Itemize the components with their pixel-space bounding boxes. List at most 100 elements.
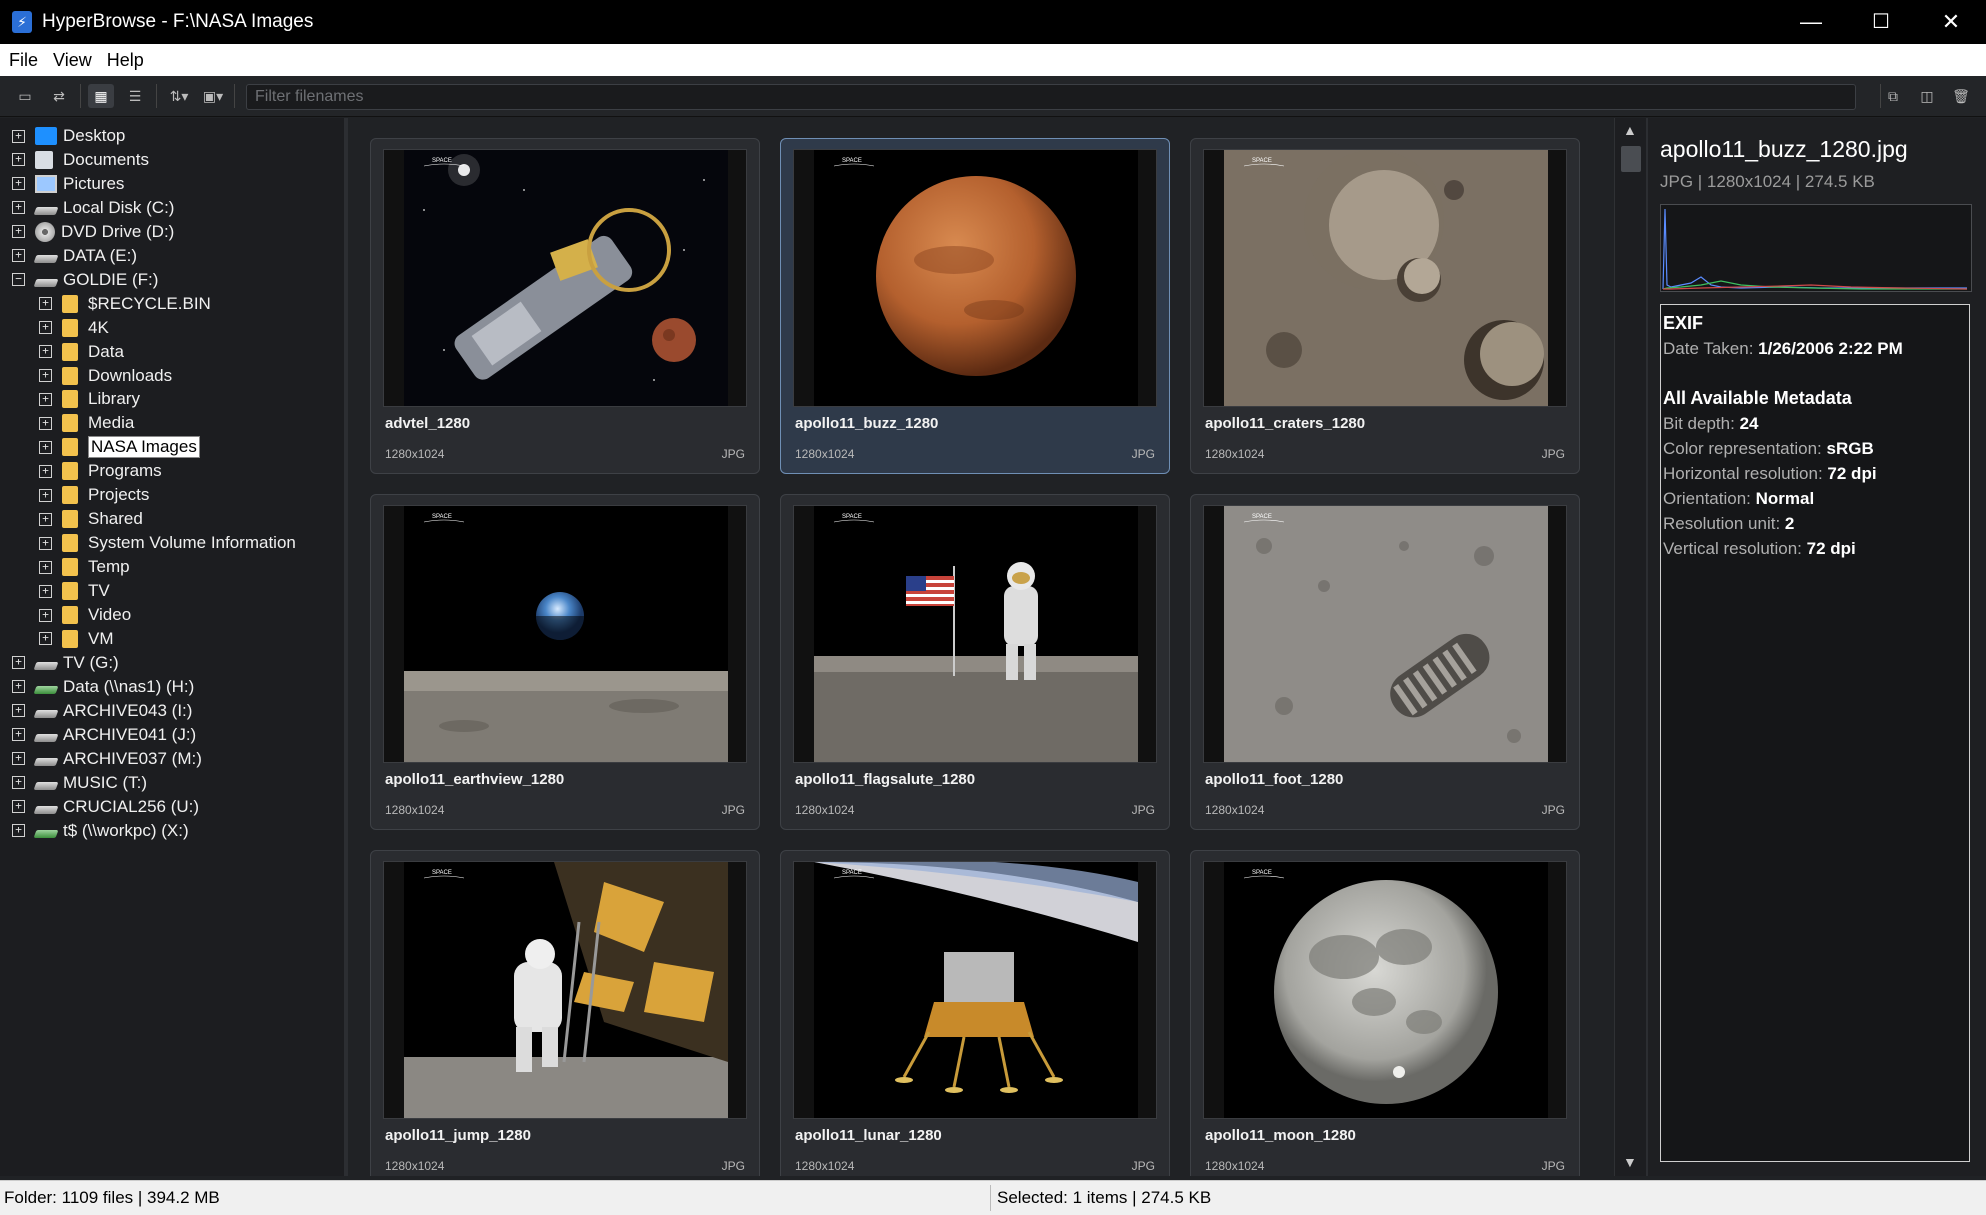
expand-icon[interactable]: + — [39, 632, 52, 646]
tree-item[interactable]: + TV — [39, 579, 110, 603]
tree-item[interactable]: + MUSIC (T:) — [12, 771, 147, 795]
expand-icon[interactable]: + — [12, 824, 25, 838]
expand-icon[interactable]: + — [12, 704, 25, 718]
expand-icon[interactable]: + — [12, 776, 25, 790]
expand-icon[interactable]: + — [39, 440, 52, 454]
expand-icon[interactable]: + — [39, 512, 52, 526]
expand-icon[interactable]: + — [12, 752, 25, 766]
tree-item-label: DATA (E:) — [63, 245, 137, 265]
expand-icon[interactable]: + — [39, 321, 52, 335]
tree-item[interactable]: + DVD Drive (D:) — [12, 220, 174, 244]
thumbnail-card[interactable]: SPACE advtel_1280 1280x1024 JPG — [370, 138, 760, 474]
tree-item[interactable]: + Shared — [39, 507, 143, 531]
tree-item[interactable]: + Downloads — [39, 364, 172, 388]
tree-item[interactable]: + Library — [39, 387, 140, 411]
tree-item[interactable]: + Media — [39, 411, 134, 435]
expand-icon[interactable]: + — [12, 177, 25, 191]
expand-icon[interactable]: + — [39, 584, 52, 598]
delete-icon[interactable]: 🗑 — [1948, 84, 1974, 108]
filter-filenames-input[interactable] — [246, 84, 1856, 110]
grid-scrollbar[interactable]: ▲ ▼ — [1614, 118, 1647, 1176]
drive-icon — [33, 206, 59, 215]
tree-item[interactable]: + VM — [39, 627, 114, 651]
expand-icon[interactable]: + — [12, 225, 25, 239]
tree-item[interactable]: + ARCHIVE037 (M:) — [12, 747, 202, 771]
expand-icon[interactable]: + — [39, 608, 52, 622]
list-view-icon[interactable]: ☰ — [122, 84, 148, 108]
folder-icon — [62, 438, 78, 457]
expand-icon[interactable]: + — [39, 560, 52, 574]
expand-icon[interactable]: + — [12, 201, 25, 215]
tree-item[interactable]: + Documents — [12, 148, 149, 172]
expand-icon[interactable]: + — [12, 680, 25, 694]
minimize-button[interactable]: — — [1776, 0, 1846, 44]
thumbnail-card[interactable]: SPACE apollo11_buzz_1280 1280x1024 JPG — [780, 138, 1170, 474]
drive-icon — [33, 733, 59, 742]
tree-item[interactable]: + System Volume Information — [39, 531, 296, 555]
grid-view-icon[interactable]: ▦ — [88, 84, 114, 108]
tree-item[interactable]: + ARCHIVE043 (I:) — [12, 699, 192, 723]
tree-item[interactable]: +4K — [39, 316, 109, 340]
thumbnail-card[interactable]: SPACE apollo11_jump_1280 1280x1024 JPG — [370, 850, 760, 1176]
tree-item[interactable]: + Programs — [39, 459, 162, 483]
expand-icon[interactable]: + — [12, 129, 25, 143]
metadata-row: Color representation: sRGB — [1663, 436, 1967, 461]
tree-item[interactable]: + TV (G:) — [12, 651, 119, 675]
maximize-button[interactable]: ☐ — [1846, 0, 1916, 44]
expand-icon[interactable]: + — [12, 249, 25, 263]
expand-icon[interactable]: + — [12, 656, 25, 670]
tree-item[interactable]: + Projects — [39, 483, 149, 507]
expand-icon[interactable]: + — [39, 536, 52, 550]
scroll-up-arrow-icon[interactable]: ▲ — [1623, 122, 1637, 138]
expand-icon[interactable]: + — [39, 345, 52, 359]
thumbnail-card[interactable]: SPACE apollo11_earthview_1280 1280x1024 … — [370, 494, 760, 830]
tree-item[interactable]: + Data — [39, 340, 124, 364]
compare-icon[interactable]: ◫ — [1914, 84, 1940, 108]
folder-icon — [62, 462, 78, 481]
expand-icon[interactable]: + — [39, 464, 52, 478]
thumbnail-image: SPACE — [793, 149, 1157, 407]
thumbnail-card[interactable]: SPACE apollo11_moon_1280 1280x1024 JPG — [1190, 850, 1580, 1176]
thumbnail-image: SPACE — [1203, 861, 1567, 1119]
tree-item[interactable]: + DATA (E:) — [12, 244, 137, 268]
svg-text:SPACE: SPACE — [1252, 514, 1272, 520]
tree-item[interactable]: + CRUCIAL256 (U:) — [12, 795, 199, 819]
expand-icon[interactable]: + — [39, 369, 52, 382]
menu-file[interactable]: File — [9, 50, 38, 71]
expand-icon[interactable]: + — [12, 800, 25, 814]
open-folder-icon[interactable]: ▭ — [12, 84, 38, 108]
tree-item[interactable]: + Desktop — [12, 124, 125, 148]
thumbnail-card[interactable]: SPACE apollo11_foot_1280 1280x1024 JPG — [1190, 494, 1580, 830]
scroll-down-arrow-icon[interactable]: ▼ — [1623, 1154, 1637, 1170]
tree-item-label: GOLDIE (F:) — [63, 269, 159, 289]
thumbnail-card[interactable]: SPACE apollo11_lunar_1280 1280x1024 JPG — [780, 850, 1170, 1176]
tree-item[interactable]: + ARCHIVE041 (J:) — [12, 723, 196, 747]
copy-icon[interactable]: ⧉ — [1880, 84, 1906, 108]
tree-item[interactable]: + Video — [39, 603, 131, 627]
expand-icon[interactable]: + — [12, 728, 25, 742]
expand-icon[interactable]: + — [39, 392, 52, 406]
tree-item[interactable]: + t$ (\\workpc) (X:) — [12, 819, 189, 843]
tree-item[interactable]: + NASA Images — [39, 435, 200, 459]
expand-icon[interactable]: + — [39, 416, 52, 430]
menu-help[interactable]: Help — [107, 50, 144, 71]
tree-item[interactable]: + $RECYCLE.BIN — [39, 292, 211, 316]
tree-item[interactable]: + Pictures — [12, 172, 124, 196]
expand-icon[interactable]: + — [39, 488, 52, 502]
tree-item[interactable]: + Temp — [39, 555, 130, 579]
tree-item-label: TV — [88, 581, 110, 601]
sort-icon[interactable]: ⇅▾ — [164, 84, 194, 108]
thumbnail-card[interactable]: SPACE apollo11_craters_1280 1280x1024 JP… — [1190, 138, 1580, 474]
thumbnail-card[interactable]: SPACE apollo11_flagsalute_1280 1280x1024… — [780, 494, 1170, 830]
tree-item[interactable]: + Local Disk (C:) — [12, 196, 174, 220]
menu-view[interactable]: View — [53, 50, 92, 71]
collapse-icon[interactable]: − — [12, 273, 25, 287]
tree-item[interactable]: − GOLDIE (F:) — [12, 268, 158, 292]
scroll-thumb[interactable] — [1621, 146, 1641, 172]
expand-icon[interactable]: + — [12, 153, 25, 167]
refresh-icon[interactable]: ⇄ — [46, 84, 72, 108]
tree-item[interactable]: + Data (\\nas1) (H:) — [12, 675, 194, 699]
thumbnail-size-icon[interactable]: ▣▾ — [198, 84, 228, 108]
expand-icon[interactable]: + — [39, 297, 52, 311]
close-button[interactable]: ✕ — [1916, 0, 1986, 44]
